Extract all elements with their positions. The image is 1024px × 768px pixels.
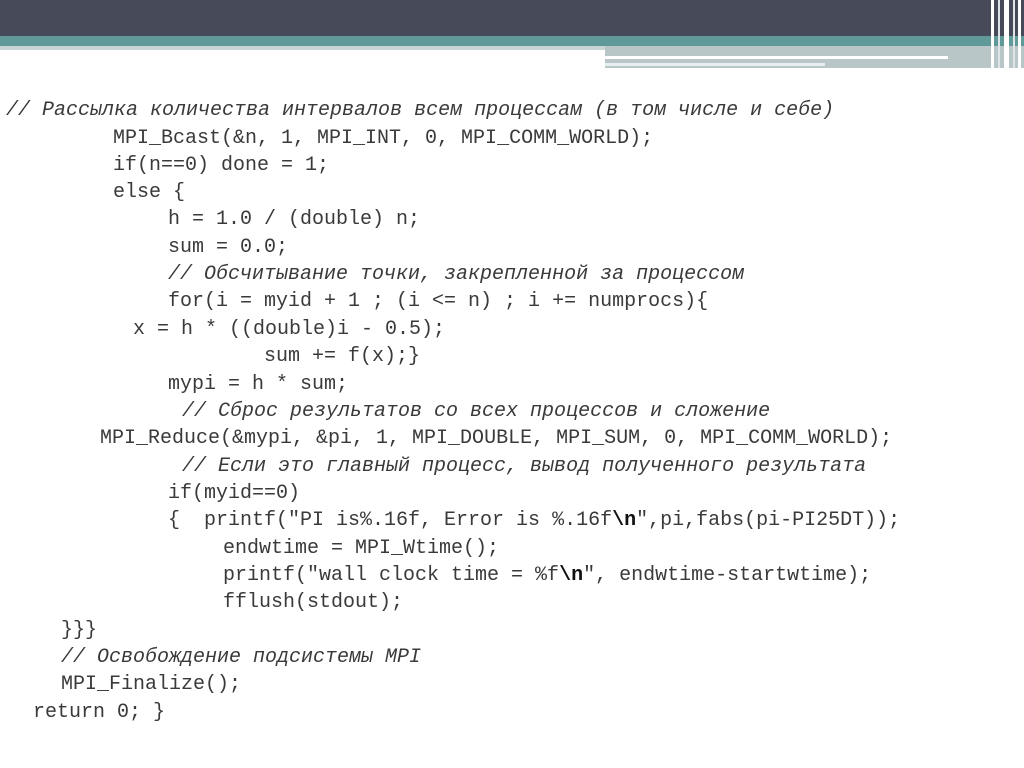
header-decor-stripe — [1018, 0, 1021, 68]
code-comment: // Если это главный процесс, вывод получ… — [182, 455, 867, 478]
code-line: if(n==0) done = 1; — [113, 154, 330, 177]
header-band — [0, 0, 1024, 36]
escape-sequence: \n — [559, 564, 584, 587]
header-decor-stripe — [1013, 0, 1015, 68]
code-line: }}} — [61, 619, 98, 642]
header-decor-stripe — [998, 0, 1000, 68]
code-comment: // Сброс результатов со всех процессов и… — [182, 400, 771, 423]
code-line: MPI_Bcast(&n, 1, MPI_INT, 0, MPI_COMM_WO… — [113, 127, 654, 150]
code-segment: printf("wall clock time = %f — [223, 564, 560, 587]
code-line: { printf("PI is%.16f, Error is %.16f\n",… — [168, 509, 900, 533]
code-segment: ",pi,fabs(pi-PI25DT)); — [636, 509, 901, 532]
header-underline — [0, 46, 605, 50]
code-line: h = 1.0 / (double) n; — [168, 208, 421, 231]
code-line: for(i = myid + 1 ; (i <= n) ; i += numpr… — [168, 290, 709, 313]
code-line: if(myid==0) — [168, 482, 301, 505]
code-comment: // Рассылка количества интервалов всем п… — [6, 99, 835, 122]
header-decor-line — [605, 63, 825, 66]
header-decor-stripe — [1004, 0, 1009, 68]
header-decor-stripe — [991, 0, 994, 68]
code-line: printf("wall clock time = %f\n", endwtim… — [223, 564, 871, 588]
code-line: x = h * ((double)i - 0.5); — [133, 318, 446, 341]
header-decor-line — [605, 56, 948, 59]
code-line: MPI_Finalize(); — [61, 673, 242, 696]
code-segment: { printf("PI is%.16f, Error is %.16f — [168, 509, 613, 532]
code-comment: // Обсчитывание точки, закрепленной за п… — [168, 263, 745, 286]
code-line: sum = 0.0; — [168, 236, 289, 259]
header-accent-band — [0, 36, 1024, 46]
code-line: return 0; } — [33, 701, 166, 724]
escape-sequence: \n — [612, 509, 637, 532]
code-line: sum += f(x);} — [264, 345, 421, 368]
code-line: mypi = h * sum; — [168, 373, 349, 396]
code-line: else { — [113, 181, 186, 204]
code-comment: // Освобождение подсистемы MPI — [61, 646, 422, 669]
code-line: MPI_Reduce(&mypi, &pi, 1, MPI_DOUBLE, MP… — [100, 427, 893, 450]
code-segment: ", endwtime-startwtime); — [583, 564, 872, 587]
code-line: endwtime = MPI_Wtime(); — [223, 537, 500, 560]
slide: // Рассылка количества интервалов всем п… — [0, 0, 1024, 768]
code-line: fflush(stdout); — [223, 591, 404, 614]
